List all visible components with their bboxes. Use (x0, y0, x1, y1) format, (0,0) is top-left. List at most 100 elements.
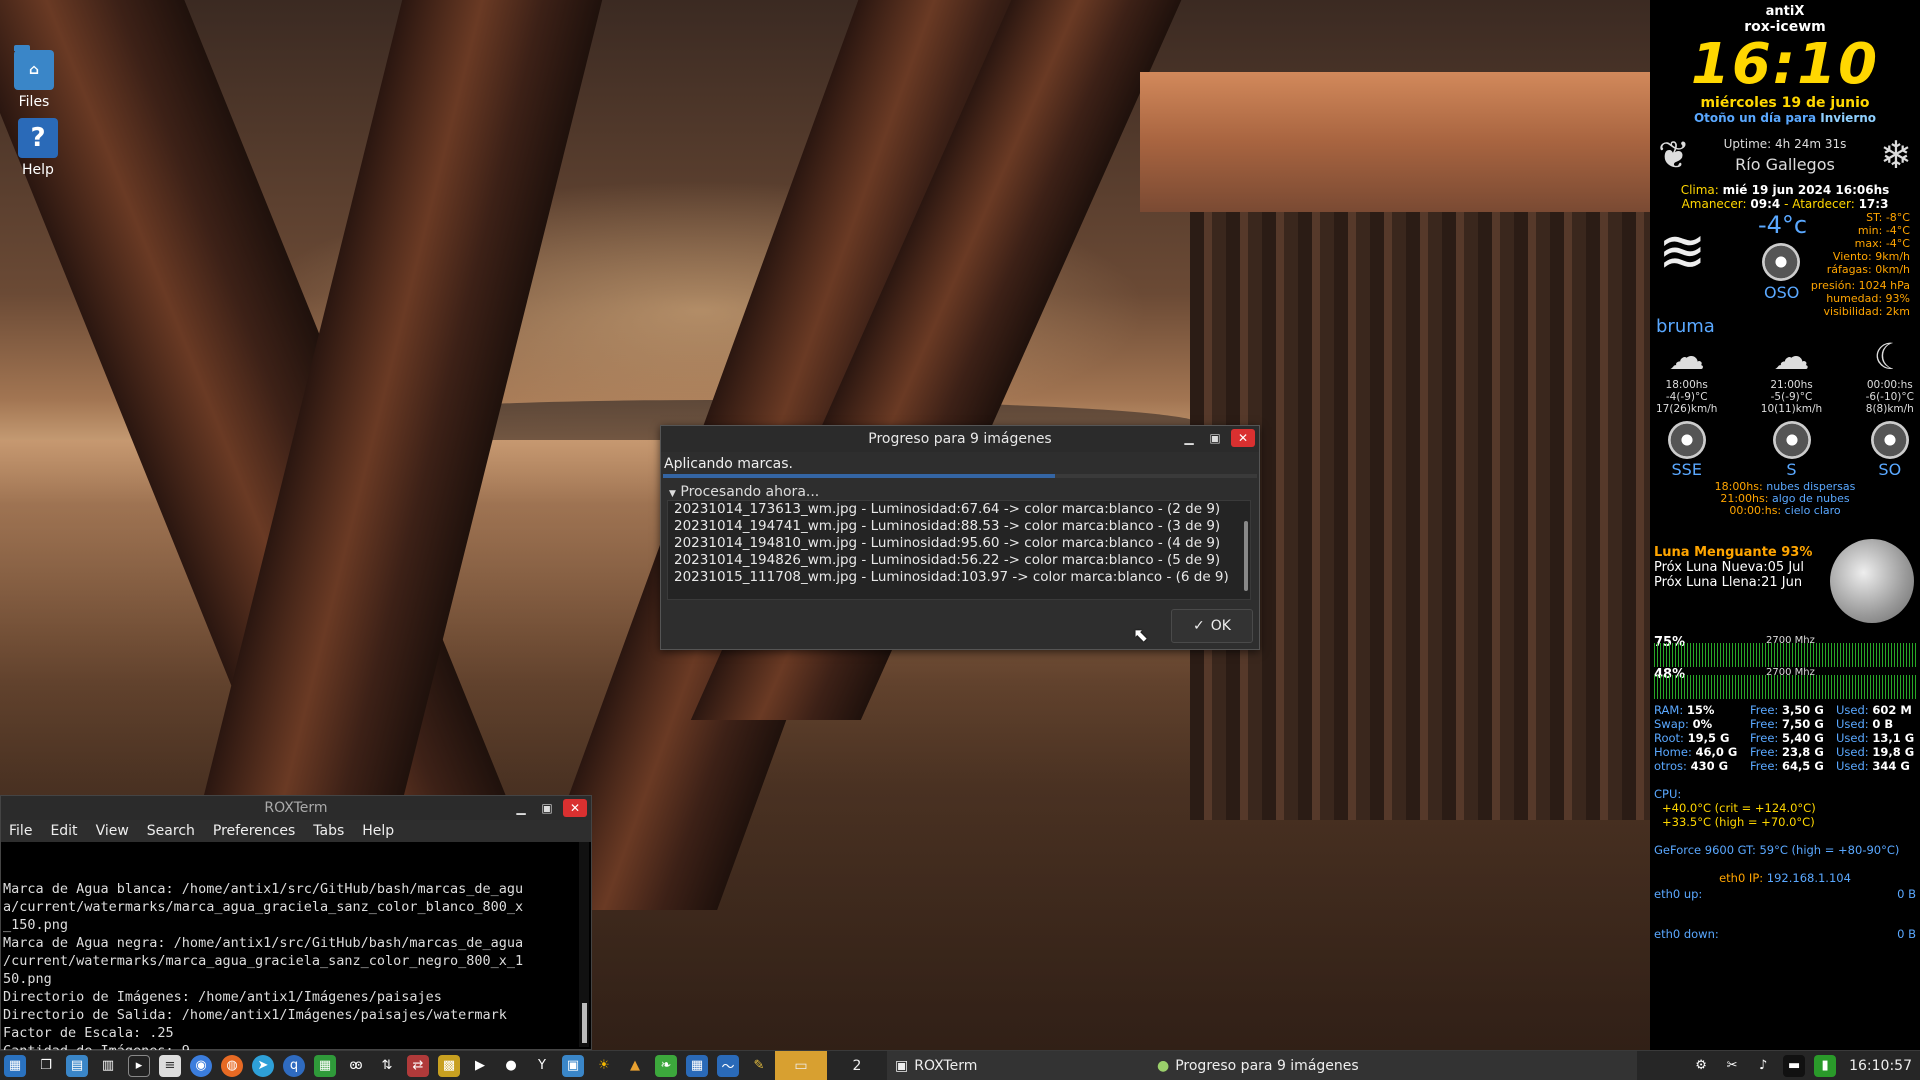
temp-max: max: -4°C (1854, 237, 1910, 250)
network-icon[interactable]: ⇅ (376, 1055, 398, 1077)
menu-view[interactable]: View (96, 823, 129, 839)
log-line: 20231014_173613_wm.jpg - Luminosidad:67.… (674, 501, 1221, 517)
leaf-icon[interactable]: ❧ (655, 1054, 677, 1077)
cpu-label: CPU: (1654, 787, 1682, 801)
uptime: Uptime: 4h 24m 31s (1723, 136, 1847, 151)
maximize-icon[interactable]: ▣ (1205, 429, 1225, 447)
log-scrollbar[interactable] (1244, 521, 1248, 591)
dialog-title: Progreso para 9 imágenes (868, 431, 1052, 447)
menu-file[interactable]: File (9, 823, 32, 839)
close-icon[interactable]: ✕ (563, 799, 587, 817)
desktop-icon-label: Help (22, 162, 54, 178)
wind-direction: OSO (1764, 283, 1800, 302)
forecast-dir: S (1786, 460, 1797, 479)
screenshot-icon[interactable]: ▣ (562, 1054, 584, 1077)
weather-condition: bruma (1656, 316, 1715, 337)
cpu-temp-2: +33.5°C (high = +70.0°C) (1662, 815, 1815, 829)
forecast-slot: ☾ 00:00:hs -6(-10)°C 8(8)km/h SO (1866, 337, 1914, 481)
clima-time: mié 19 jun 2024 16:06hs (1722, 183, 1890, 197)
dialog-message: Aplicando marcas. (664, 456, 793, 472)
forecast-time: 21:00hs (1770, 379, 1813, 391)
workspace-indicator[interactable]: 2 (827, 1051, 887, 1080)
package-icon[interactable]: ▲ (624, 1055, 646, 1077)
file-manager-icon[interactable]: ▤ (66, 1054, 88, 1077)
desktop-icon-files[interactable]: ⌂ Files (4, 45, 64, 110)
ok-button[interactable]: ✓ OK (1171, 609, 1253, 643)
log-line: 20231014_194826_wm.jpg - Luminosidad:56.… (674, 552, 1221, 568)
mem-free: 23,8 G (1781, 745, 1824, 759)
forecast-time: 18:00hs (1665, 379, 1708, 391)
close-icon[interactable]: ✕ (1231, 429, 1255, 447)
dialog-titlebar[interactable]: Progreso para 9 imágenes ▁ ▣ ✕ (661, 426, 1259, 452)
firefox-icon[interactable]: ◍ (221, 1054, 243, 1077)
viento: Viento: 9km/h (1832, 250, 1910, 263)
used-label: Used: (1836, 745, 1869, 759)
progress-dialog: Progreso para 9 imágenes ▁ ▣ ✕ Aplicando… (660, 425, 1260, 650)
media-icon[interactable]: ▩ (438, 1054, 460, 1077)
minimize-icon[interactable]: ▁ (1179, 429, 1199, 447)
wind-compass-icon (1762, 243, 1800, 281)
diff-tool-icon[interactable]: ⇄ (407, 1054, 429, 1077)
tray-clip-icon[interactable]: ✂ (1721, 1055, 1743, 1077)
pier-deck (1140, 72, 1650, 212)
recorder-icon[interactable]: ● (500, 1055, 522, 1077)
menu-help[interactable]: Help (362, 823, 394, 839)
minimize-icon[interactable]: ▁ (511, 799, 531, 817)
sun-icon[interactable]: ☀ (593, 1055, 615, 1077)
telegram-icon[interactable]: ➤ (252, 1054, 274, 1077)
maximize-icon[interactable]: ▣ (537, 799, 557, 817)
terminal-titlebar[interactable]: ROXTerm ▁ ▣ ✕ (1, 796, 591, 820)
details-expander[interactable]: ▼ Procesando ahora... (663, 484, 1257, 500)
terminal-launcher-icon[interactable]: ▸ (128, 1054, 150, 1077)
task-progress-dialog[interactable]: ● Progreso para 9 imágenes (1117, 1050, 1637, 1080)
taskbar-clock[interactable]: 16:10:57 (1841, 1058, 1920, 1074)
drink-icon[interactable]: Y (531, 1055, 553, 1077)
used-label: Used: (1836, 759, 1869, 773)
used-label: Used: (1836, 717, 1869, 731)
forecast-text-time: 00:00:hs: (1729, 504, 1782, 517)
cpu-monitor-icon[interactable]: ▬ (1783, 1054, 1806, 1077)
presion: presión: 1024 hPa (1810, 279, 1910, 292)
snowflake-icon: ❄ (1880, 133, 1912, 177)
distro-name: antiX (1765, 4, 1805, 19)
mem-free: 7,50 G (1781, 717, 1824, 731)
volume-icon[interactable]: ♪ (1752, 1055, 1774, 1077)
qbittorrent-icon[interactable]: q (283, 1054, 305, 1077)
menu-edit[interactable]: Edit (50, 823, 77, 839)
wind-compass-icon (1667, 421, 1706, 459)
video-icon[interactable]: ▶ (469, 1055, 491, 1077)
text-editor-icon[interactable]: ≡ (159, 1054, 181, 1077)
menu-search[interactable]: Search (147, 823, 195, 839)
check-icon: ✓ (1193, 618, 1205, 634)
progress-log[interactable]: 20231014_173613_wm.jpg - Luminosidad:67.… (667, 500, 1251, 600)
owl-icon[interactable]: ꙭ (345, 1055, 367, 1077)
brush-icon[interactable]: ✎ (748, 1055, 770, 1077)
mem-value: 15% (1686, 703, 1715, 717)
network-monitor-icon[interactable]: ▮ (1814, 1054, 1837, 1077)
monitor-icon[interactable]: 〜 (717, 1054, 739, 1077)
wind-compass-icon (1772, 421, 1811, 459)
clima-label: Clima: (1680, 183, 1719, 197)
wind-icon: ≋ (1658, 217, 1707, 285)
active-app-button[interactable]: ▭ (775, 1050, 827, 1080)
chromium-icon[interactable]: ◉ (190, 1054, 212, 1077)
tray-settings-icon[interactable]: ⚙ (1690, 1055, 1712, 1077)
show-windows-icon[interactable]: ❐ (35, 1055, 57, 1077)
menu-tabs[interactable]: Tabs (313, 823, 344, 839)
scrollbar-thumb[interactable] (582, 1003, 587, 1043)
desktop-icon-help[interactable]: ? Help (8, 118, 68, 178)
menu-preferences[interactable]: Preferences (213, 823, 295, 839)
log-line: 20231014_194810_wm.jpg - Luminosidad:95.… (674, 535, 1221, 551)
archive-icon[interactable]: ▥ (97, 1055, 119, 1077)
eth-ip-label: eth0 IP: (1719, 871, 1764, 885)
log-line: 20231015_111708_wm.jpg - Luminosidad:103… (674, 569, 1229, 585)
terminal-window: ROXTerm ▁ ▣ ✕ File Edit View Search Pref… (0, 795, 592, 1080)
moon-night-icon: ☾ (1873, 337, 1906, 378)
start-menu-icon[interactable]: ▦ (4, 1054, 26, 1077)
mem-value: 430 G (1690, 759, 1729, 773)
terminal-output-area[interactable]: Marca de Agua blanca: /home/antix1/src/G… (1, 842, 591, 1080)
calculator-icon[interactable]: ▦ (686, 1054, 708, 1077)
task-roxterm[interactable]: ▣ ROXTerm (887, 1050, 1117, 1080)
terminal-scrollbar[interactable] (579, 842, 589, 1047)
spreadsheet-icon[interactable]: ▦ (314, 1054, 336, 1077)
